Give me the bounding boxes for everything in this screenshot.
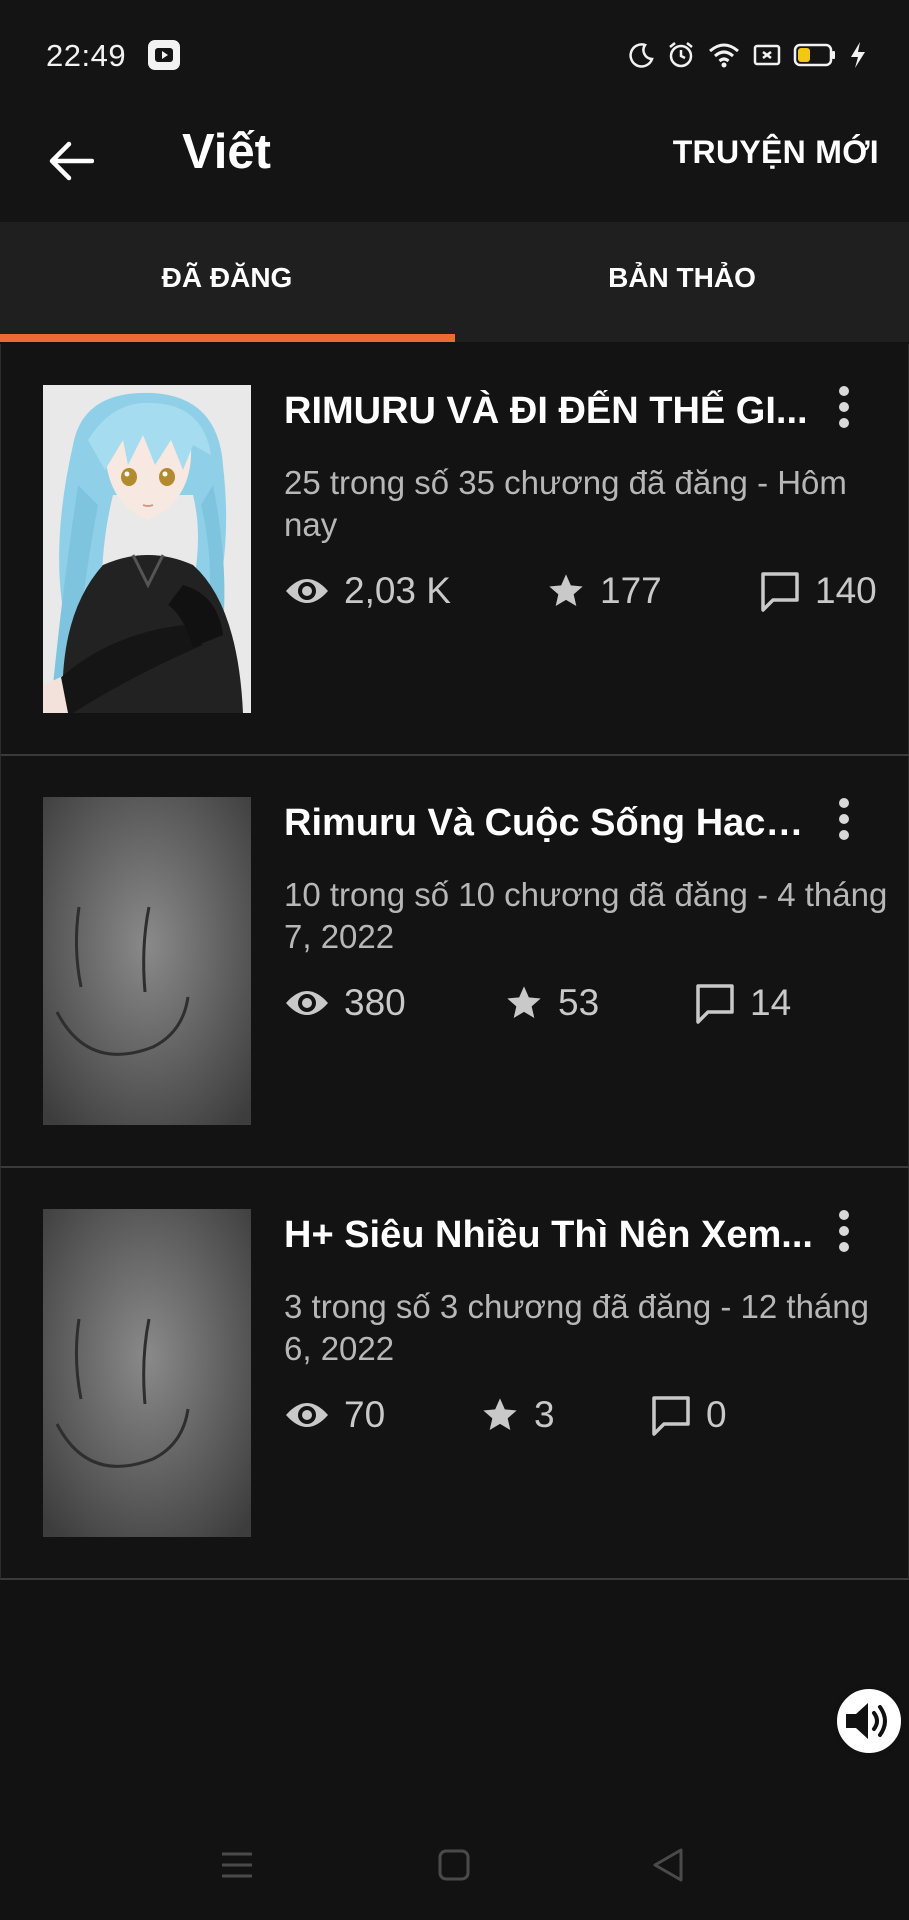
votes-stat: 53 bbox=[504, 978, 599, 1028]
status-icons bbox=[629, 40, 867, 70]
video-notification-icon bbox=[148, 40, 180, 70]
votes-count: 53 bbox=[558, 982, 600, 1023]
eye-icon bbox=[286, 579, 328, 603]
comments-count: 0 bbox=[706, 1394, 727, 1435]
eye-icon bbox=[286, 991, 328, 1015]
active-tab-indicator bbox=[0, 334, 455, 342]
more-options-button[interactable] bbox=[824, 1206, 864, 1256]
story-card[interactable]: RIMURU VÀ ĐI ĐẾN THẾ GI... 25 trong số 3… bbox=[0, 344, 909, 756]
tab-bar: ĐÃ ĐĂNG BẢN THẢO bbox=[0, 222, 909, 342]
story-chapter-info: 10 trong số 10 chương đã đăng - 4 tháng … bbox=[284, 876, 888, 955]
comments-count: 140 bbox=[815, 570, 877, 611]
back-nav-button[interactable] bbox=[643, 1840, 693, 1890]
comments-stat: 140 bbox=[759, 566, 877, 616]
story-stats: 70 3 0 bbox=[284, 1390, 894, 1440]
story-card[interactable]: H+ Siêu Nhiều Thì Nên Xem... 3 trong số … bbox=[0, 1168, 909, 1580]
recent-apps-button[interactable] bbox=[212, 1840, 262, 1890]
story-stats: 380 53 14 bbox=[284, 978, 894, 1028]
tab-drafts[interactable]: BẢN THẢO bbox=[455, 222, 909, 342]
more-options-button[interactable] bbox=[824, 794, 864, 844]
story-cover-image[interactable] bbox=[43, 385, 251, 713]
votes-count: 177 bbox=[600, 570, 662, 611]
story-list: RIMURU VÀ ĐI ĐẾN THẾ GI... 25 trong số 3… bbox=[0, 344, 909, 1580]
story-title[interactable]: RIMURU VÀ ĐI ĐẾN THẾ GI... bbox=[284, 390, 814, 433]
votes-count: 3 bbox=[534, 1394, 555, 1435]
system-nav-bar bbox=[0, 1800, 909, 1920]
status-time: 22:49 bbox=[46, 38, 127, 73]
comment-icon bbox=[652, 1396, 690, 1436]
comments-stat: 0 bbox=[650, 1390, 727, 1440]
views-stat: 2,03 K bbox=[284, 566, 451, 616]
menu-icon bbox=[222, 1852, 252, 1878]
story-cover-image[interactable] bbox=[43, 1209, 251, 1537]
comments-count: 14 bbox=[750, 982, 792, 1023]
battery-icon bbox=[793, 43, 835, 67]
arrow-left-icon bbox=[49, 141, 94, 181]
tab-published[interactable]: ĐÃ ĐĂNG bbox=[0, 222, 454, 342]
status-bar: 22:49 bbox=[0, 0, 909, 100]
views-stat: 70 bbox=[284, 1390, 385, 1440]
app-bar: Viết TRUYỆN MỚI bbox=[0, 100, 909, 222]
alarm-icon bbox=[669, 42, 693, 68]
speaker-icon bbox=[846, 1703, 887, 1739]
cast-icon bbox=[753, 44, 781, 66]
back-triangle-icon bbox=[653, 1848, 683, 1882]
sound-toggle-button[interactable] bbox=[832, 1684, 906, 1758]
story-cover-image[interactable] bbox=[43, 797, 251, 1125]
charging-icon bbox=[851, 42, 865, 68]
story-stats: 2,03 K 177 140 bbox=[284, 566, 894, 616]
home-square-icon bbox=[438, 1849, 470, 1881]
views-count: 70 bbox=[344, 1394, 386, 1435]
new-story-button[interactable]: TRUYỆN MỚI bbox=[673, 134, 879, 171]
star-icon bbox=[483, 1398, 517, 1430]
story-chapter-info: 3 trong số 3 chương đã đăng - 12 tháng 6… bbox=[284, 1288, 869, 1367]
votes-stat: 177 bbox=[546, 566, 662, 616]
comment-icon bbox=[696, 984, 734, 1024]
eye-icon bbox=[286, 1403, 328, 1427]
views-count: 380 bbox=[344, 982, 406, 1023]
story-title[interactable]: H+ Siêu Nhiều Thì Nên Xem... bbox=[284, 1214, 814, 1257]
star-icon bbox=[549, 574, 583, 606]
story-chapter-info: 25 trong số 35 chương đã đăng - Hôm nay bbox=[284, 464, 847, 543]
home-button[interactable] bbox=[429, 1840, 479, 1890]
star-icon bbox=[507, 986, 541, 1018]
story-title[interactable]: Rimuru Và Cuộc Sống Hack... bbox=[284, 802, 814, 845]
moon-icon bbox=[629, 43, 654, 68]
comment-icon bbox=[761, 572, 799, 612]
comments-stat: 14 bbox=[694, 978, 791, 1028]
more-options-button[interactable] bbox=[824, 382, 864, 432]
views-stat: 380 bbox=[284, 978, 406, 1028]
back-button[interactable] bbox=[40, 130, 102, 192]
votes-stat: 3 bbox=[480, 1390, 555, 1440]
views-count: 2,03 K bbox=[344, 570, 451, 611]
page-title: Viết bbox=[182, 125, 271, 179]
wifi-icon bbox=[709, 43, 739, 68]
story-card[interactable]: Rimuru Và Cuộc Sống Hack... 10 trong số … bbox=[0, 756, 909, 1168]
